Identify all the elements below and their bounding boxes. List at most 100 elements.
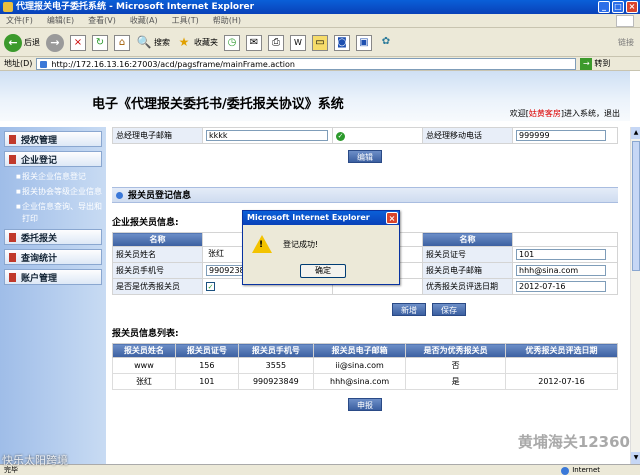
menu-edit[interactable]: 编辑(E) — [47, 15, 74, 26]
print-icon[interactable]: ⎙ — [268, 34, 284, 51]
cell: 是 — [405, 373, 506, 390]
home-icon[interactable]: ⌂ — [114, 34, 130, 51]
check-icon: ✓ — [336, 131, 345, 141]
stop-icon[interactable]: × — [70, 34, 86, 51]
ie-icon — [3, 2, 13, 12]
excellent-checkbox[interactable]: ✓ — [206, 282, 215, 291]
gm-email-input[interactable]: kkkk — [206, 130, 328, 141]
broker-cert-input[interactable]: 101 — [516, 249, 606, 260]
mail-icon[interactable]: ✉ — [246, 34, 262, 51]
sidebar-item-entrust[interactable]: 委托报关 — [4, 229, 102, 245]
broker-name-label: 报关员姓名 — [112, 246, 203, 263]
book-icon — [9, 134, 16, 144]
gm-phone-label: 总经理移动电话 — [422, 127, 513, 144]
welcome-suffix[interactable]: ]进入系统，退出 — [561, 109, 620, 118]
broker-date-input[interactable]: 2012-07-16 — [516, 281, 606, 292]
forward-arrow-icon: → — [46, 33, 64, 52]
zone-label: Internet — [572, 466, 600, 474]
folder-icon[interactable]: ▭ — [312, 34, 328, 51]
submenu-company-registration[interactable]: 报关企业信息登记 — [16, 171, 102, 183]
book-icon — [9, 154, 16, 164]
links-label[interactable]: 链接 — [618, 37, 634, 48]
close-window-button[interactable]: × — [626, 1, 638, 13]
watermark-left: 快乐太阳跨境 — [2, 454, 68, 467]
go-arrow-icon: → — [580, 57, 593, 70]
broker-email-label: 报关员电子邮箱 — [422, 262, 513, 279]
back-button[interactable]: ← 后退 — [4, 33, 40, 52]
refresh-icon[interactable]: ↻ — [92, 34, 108, 51]
search-button[interactable]: 🔍 搜索 — [136, 35, 170, 51]
globe-icon — [561, 466, 570, 475]
sidebar-submenu: 报关企业信息登记 报关协会等级企业信息 企业信息查询、导出和打印 — [4, 171, 102, 225]
submit-button[interactable]: 申报 — [348, 398, 382, 411]
warning-exclamation-icon: ! — [259, 240, 264, 250]
vertical-scrollbar[interactable]: ▲ ▼ — [630, 127, 640, 464]
sidebar-item-label: 授权管理 — [21, 135, 58, 146]
welcome-prefix: 欢迎[ — [509, 109, 529, 118]
scroll-down-icon[interactable]: ▼ — [631, 452, 640, 464]
menu-view[interactable]: 查看(V) — [88, 15, 116, 26]
sidebar-item-registration[interactable]: 企业登记 — [4, 151, 102, 167]
broker-date-label: 优秀报关员评选日期 — [422, 278, 513, 295]
cell: 101 — [174, 373, 239, 390]
watermark-right: 黄埔海关12360 — [517, 433, 630, 451]
menu-help[interactable]: 帮助(H) — [213, 15, 241, 26]
cell: 990923849 — [237, 373, 314, 390]
maximize-button[interactable]: □ — [612, 1, 624, 13]
address-input[interactable]: http://172.16.13.16:27003/acd/pagsframe/… — [36, 57, 577, 70]
add-button[interactable]: 新增 — [392, 303, 426, 316]
welcome-user-link[interactable]: 姑黄客房 — [529, 109, 561, 118]
main-content: 总经理电子邮箱 kkkk ✓ 总经理移动电话 999999 编辑 报关员登记信息… — [112, 127, 628, 464]
address-label: 地址(D) — [4, 59, 33, 68]
security-zone: Internet — [561, 465, 600, 475]
edit-word-icon[interactable]: W — [290, 34, 306, 51]
sidebar-item-statistics[interactable]: 查询统计 — [4, 249, 102, 265]
dialog-title: Microsoft Internet Explorer × — [243, 211, 399, 225]
window-titlebar: 代理报关电子委托系统 - Microsoft Internet Explorer… — [0, 0, 640, 14]
cell: 3555 — [237, 357, 314, 374]
go-label: 转到 — [594, 59, 611, 68]
scroll-up-icon[interactable]: ▲ — [631, 127, 640, 139]
tools-icon[interactable]: ✿ — [378, 35, 394, 51]
col-broker-date: 优秀报关员评选日期 — [504, 343, 619, 358]
table-row[interactable]: www 156 3555 ii@sina.com 否 — [112, 357, 619, 374]
broker-cert-label: 报关员证号 — [422, 246, 513, 263]
dialog-title-text: Microsoft Internet Explorer — [247, 213, 370, 222]
menu-tools[interactable]: 工具(T) — [172, 15, 199, 26]
welcome-text: 欢迎[姑黄客房]进入系统，退出 — [510, 108, 620, 119]
scrollbar-thumb[interactable] — [632, 141, 640, 271]
submenu-association-level[interactable]: 报关协会等级企业信息 — [16, 186, 102, 198]
col-broker-phone: 报关员手机号 — [237, 343, 314, 358]
submenu-query-export-print[interactable]: 企业信息查询、导出和打印 — [16, 201, 102, 225]
book-icon — [9, 232, 16, 242]
cell: 张红 — [112, 373, 176, 390]
broker-list-title: 报关员信息列表: — [112, 329, 179, 339]
broker-email-input[interactable]: hhh@sina.com — [516, 265, 606, 276]
col-header-name: 名称 — [112, 232, 203, 247]
minimize-button[interactable]: _ — [598, 1, 610, 13]
go-button[interactable]: → 转到 — [580, 57, 611, 70]
favorites-button[interactable]: ★ 收藏夹 — [176, 35, 218, 51]
broker-excellent-label: 是否是优秀报关员 — [112, 278, 203, 295]
sidebar-item-authorization[interactable]: 授权管理 — [4, 131, 102, 147]
messenger-icon[interactable]: ◙ — [334, 34, 350, 51]
sidebar-item-account[interactable]: 账户管理 — [4, 269, 102, 285]
history-icon[interactable]: ◷ — [224, 34, 240, 51]
alert-dialog: Microsoft Internet Explorer × ! 登记成功! 确定 — [242, 210, 400, 285]
book-icon — [9, 252, 16, 262]
dialog-message: 登记成功! — [283, 240, 319, 249]
save-button[interactable]: 保存 — [432, 303, 466, 316]
research-icon[interactable]: ▣ — [356, 34, 372, 51]
dialog-close-button[interactable]: × — [386, 212, 398, 224]
cell: ii@sina.com — [312, 357, 407, 374]
table-row[interactable]: 张红 101 990923849 hhh@sina.com 是 2012-07-… — [112, 373, 619, 390]
edit-button[interactable]: 编辑 — [348, 150, 382, 163]
menu-favorites[interactable]: 收藏(A) — [130, 15, 158, 26]
menu-file[interactable]: 文件(F) — [6, 15, 33, 26]
dialog-ok-button[interactable]: 确定 — [300, 264, 346, 278]
gm-phone-input[interactable]: 999999 — [516, 130, 606, 141]
col-header-name2: 名称 — [422, 232, 513, 247]
window-title: 代理报关电子委托系统 - Microsoft Internet Explorer — [16, 2, 255, 12]
forward-button[interactable]: → — [46, 33, 64, 52]
cell: hhh@sina.com — [312, 373, 407, 390]
